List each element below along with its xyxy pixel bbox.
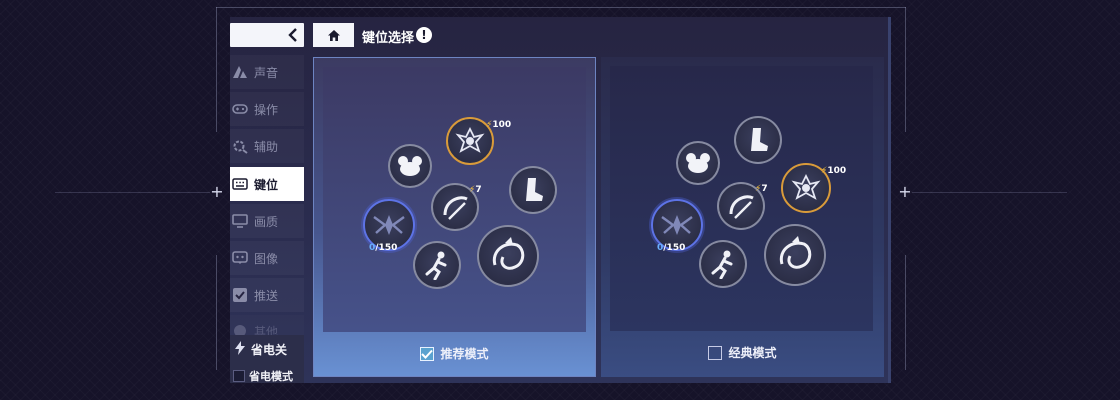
mode-classic-checkbox[interactable] (708, 345, 723, 360)
special-skill-button: ⚡7 (431, 183, 482, 231)
exclamation-icon[interactable]: ! (416, 27, 432, 43)
pet-icon (686, 153, 710, 173)
sidebar-item-keybinds[interactable]: 键位 (230, 167, 304, 201)
home-icon (327, 29, 340, 41)
crosshair-right-icon: + (898, 182, 912, 201)
image-icon (232, 250, 248, 266)
frame-line-mid-right (912, 192, 1067, 193)
mode-card-classic[interactable]: ⚡100 ⚡7 0/150 经典模式 (601, 57, 884, 377)
basic-attack-button (764, 224, 826, 286)
ultimate-emblem-icon (791, 173, 821, 200)
pet-skill-button (388, 144, 432, 188)
page-title: 键位选择 (362, 31, 415, 46)
sidebar-item-label: 推送 (254, 288, 279, 303)
power-saving-toggle[interactable]: 省电关 (234, 341, 287, 358)
frame-line-right (905, 7, 906, 132)
sidebar-item-sound[interactable]: 声音 (230, 55, 304, 89)
sidebar-item-label: 辅助 (254, 139, 279, 154)
power-saving-mode[interactable]: 省电模式 (233, 368, 293, 384)
ultimate-cost-badge: ⚡100 (486, 120, 512, 130)
home-button[interactable] (313, 23, 354, 47)
panel-edge (888, 17, 891, 383)
crosshair-left-icon: + (210, 182, 224, 201)
energy-skill-button: 0/150 (651, 199, 703, 253)
boot-icon (526, 178, 543, 201)
mode-card-recommended[interactable]: ⚡100 ⚡7 0/150 推荐模式 (313, 57, 596, 377)
slash-swirl-icon (729, 195, 754, 219)
sidebar-item-graphics[interactable]: 画质 (230, 204, 304, 238)
mode-classic-label: 经典模式 (728, 346, 777, 360)
sidebar-item-label: 操作 (254, 102, 279, 117)
power-saving-checkbox[interactable] (233, 370, 245, 382)
frame-line-mid-left (55, 192, 210, 193)
display-icon (232, 213, 248, 229)
back-button[interactable] (230, 23, 304, 47)
power-saving-mode-label: 省电模式 (249, 370, 293, 383)
keyboard-icon (232, 176, 248, 192)
sidebar-item-push[interactable]: 推送 (230, 278, 304, 312)
sidebar-item-controls[interactable]: 操作 (230, 92, 304, 126)
gamepad-icon (232, 101, 248, 117)
energy-skill-button: 0/150 (363, 199, 415, 253)
sidebar-item-label: 图像 (254, 251, 279, 266)
chevron-left-icon (288, 28, 297, 42)
ultimate-cost-badge: ⚡100 (821, 166, 847, 176)
lightning-icon (234, 341, 246, 358)
sound-icon (232, 64, 248, 80)
ultimate-skill-button: ⚡100 (781, 163, 846, 213)
pet-icon (398, 156, 422, 176)
sidebar-item-label: 画质 (254, 214, 279, 229)
dash-skill-button (413, 241, 461, 289)
mode-option-recommended[interactable]: 推荐模式 (314, 345, 595, 362)
skill-cost-badge: ⚡7 (469, 185, 482, 195)
special-skill-button: ⚡7 (717, 182, 768, 230)
misc-icon (232, 323, 248, 335)
pet-skill-button (676, 141, 720, 185)
frame-line-right-lower (905, 255, 906, 370)
boot-icon (751, 128, 768, 151)
dodge-skill-button (734, 116, 782, 164)
power-saving-label: 省电关 (251, 343, 288, 357)
basic-attack-button (477, 225, 539, 287)
ultimate-emblem-icon (455, 126, 485, 153)
energy-counter: 0/150 (657, 243, 686, 253)
frame-line-left-lower (216, 255, 217, 370)
mode-option-classic[interactable]: 经典模式 (601, 344, 884, 361)
sidebar-item-assist[interactable]: 辅助 (230, 129, 304, 163)
energy-counter: 0/150 (369, 243, 398, 253)
mode-recommended-label: 推荐模式 (440, 347, 489, 361)
mode-recommended-checkbox[interactable] (420, 346, 435, 361)
running-figure-icon (711, 250, 733, 279)
frame-line-left (216, 7, 217, 132)
sidebar-item-label: 其他 (254, 325, 279, 335)
winged-emblem-icon (373, 215, 405, 235)
lion-swirl-icon (492, 237, 525, 270)
sidebar-item-image[interactable]: 图像 (230, 241, 304, 275)
layout-preview-recommended: ⚡100 ⚡7 0/150 (323, 67, 586, 332)
checkmark-icon (421, 349, 434, 359)
dash-skill-button (699, 240, 747, 288)
frame-line-top (216, 7, 906, 8)
sidebar-item-label: 键位 (254, 177, 279, 192)
sidebar-item-other[interactable]: 其他 (230, 315, 304, 335)
running-figure-icon (425, 251, 447, 280)
assist-gear-icon (232, 138, 248, 154)
check-square-icon (232, 287, 248, 303)
winged-emblem-icon (661, 215, 693, 235)
slash-swirl-icon (443, 196, 468, 220)
skill-cost-badge: ⚡7 (755, 184, 768, 194)
ultimate-skill-button: ⚡100 (446, 117, 511, 165)
dodge-skill-button (509, 166, 557, 214)
layout-preview-classic: ⚡100 ⚡7 0/150 (610, 66, 873, 331)
lion-swirl-icon (779, 236, 812, 269)
sidebar-item-label: 声音 (254, 65, 279, 80)
